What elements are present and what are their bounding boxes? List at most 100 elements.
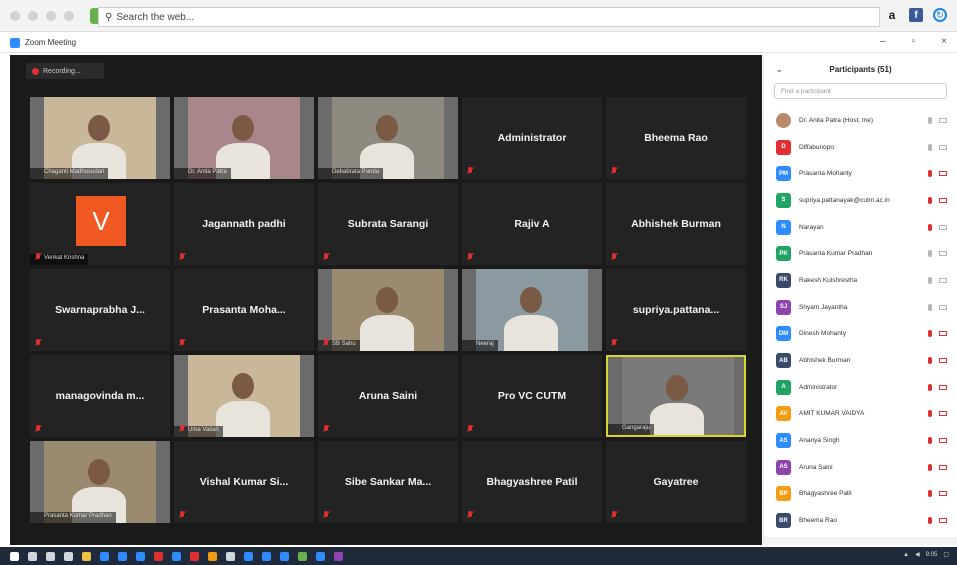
- participant-tile[interactable]: Prasanta Moha...: [174, 269, 314, 351]
- participant-row[interactable]: BR Bheema Rao: [764, 507, 957, 534]
- participant-name: Dinesh Mohanty: [799, 330, 846, 338]
- participant-row[interactable]: AS Ananya Singh: [764, 427, 957, 454]
- participant-tile[interactable]: V Venkat Krishna: [30, 183, 170, 265]
- participant-tile[interactable]: Neeraj: [462, 269, 602, 351]
- mic-muted-icon: [928, 410, 932, 418]
- taskbar-icons: [0, 551, 343, 561]
- window-controls: – ▫ ×: [880, 36, 947, 47]
- participant-tile[interactable]: Chaganti Madhusudan: [30, 97, 170, 179]
- gallery-view: Recording... Chaganti Madhusudan Dr. Anit…: [10, 55, 762, 545]
- participant-tile[interactable]: Debabrata Panda: [318, 97, 458, 179]
- chrome-icon[interactable]: [190, 551, 199, 561]
- store-icon[interactable]: [118, 551, 127, 561]
- refresh-icon[interactable]: [46, 10, 56, 21]
- avatar: BP: [776, 486, 791, 502]
- facebook-icon[interactable]: f: [909, 8, 923, 22]
- search-icon[interactable]: [28, 551, 37, 561]
- skype-icon[interactable]: [316, 551, 325, 561]
- participant-tile[interactable]: Rajiv A: [462, 183, 602, 265]
- participant-row[interactable]: AB Abhishek Burman: [764, 347, 957, 374]
- camera-icon[interactable]: [298, 551, 307, 561]
- tile-name-label: Chaganti Madhusudan: [30, 168, 109, 179]
- participant-row[interactable]: Dr. Anita Patra (Host, me): [764, 107, 957, 134]
- taskbar-clock[interactable]: 9:05: [926, 552, 938, 558]
- forward-icon[interactable]: [28, 10, 38, 21]
- participant-tile[interactable]: Subrata Sarangi: [318, 183, 458, 265]
- participant-tile[interactable]: Gangaraju: [606, 355, 746, 437]
- participant-tile[interactable]: Sibe Sankar Ma...: [318, 441, 458, 523]
- browser-search-input[interactable]: ⚲ Search the web...: [98, 7, 880, 27]
- start-icon[interactable]: [10, 551, 19, 561]
- participant-tile[interactable]: Dr. Anita Patra: [174, 97, 314, 179]
- participant-tile[interactable]: Vishal Kumar Si...: [174, 441, 314, 523]
- minimize-icon[interactable]: –: [880, 36, 886, 47]
- participant-list: Dr. Anita Patra (Host, me) D Dlffabunopo PM…: [764, 107, 957, 534]
- participant-row[interactable]: BP Bhagyashree Patil: [764, 481, 957, 508]
- word-icon[interactable]: [262, 551, 271, 561]
- system-tray: ▲ ◀ 9:05 ▢: [903, 551, 949, 559]
- task-view-icon[interactable]: [64, 551, 73, 561]
- tile-participant-name: managovinda m...: [55, 390, 145, 402]
- participant-row[interactable]: DM Dinesh Mohanty: [764, 321, 957, 348]
- participant-tile[interactable]: Uma Vallan: [174, 355, 314, 437]
- mail-icon[interactable]: [136, 551, 145, 561]
- participant-tile[interactable]: SB Sahu: [318, 269, 458, 351]
- participant-row[interactable]: Ssupriya.pattanayak@cutm.ac.in: [764, 187, 957, 214]
- participant-row[interactable]: PK Prasanta Kumar Pradhan: [764, 240, 957, 267]
- media-icon[interactable]: [172, 551, 181, 561]
- participant-search-input[interactable]: Find a participant: [774, 83, 947, 99]
- teams-icon[interactable]: [334, 551, 343, 561]
- firefox-icon[interactable]: [208, 551, 217, 561]
- participant-tile[interactable]: Pro VC CUTM: [462, 355, 602, 437]
- participant-row[interactable]: RK Rakesh Kulshrestha: [764, 267, 957, 294]
- person-head-shape: [232, 115, 254, 141]
- participant-tile[interactable]: Administrator: [462, 97, 602, 179]
- notification-icon[interactable]: ▢: [943, 551, 949, 558]
- participant-tile[interactable]: Jagannath padhi: [174, 183, 314, 265]
- participant-tile[interactable]: Swarnaprabha J...: [30, 269, 170, 351]
- home-icon[interactable]: [64, 10, 74, 21]
- participant-tile[interactable]: Abhishek Burman: [606, 183, 746, 265]
- file-explorer-icon[interactable]: [82, 551, 91, 561]
- participant-tile[interactable]: Bhagyashree Patil: [462, 441, 602, 523]
- extension-a-icon[interactable]: a: [885, 8, 899, 22]
- avatar: AB: [776, 353, 791, 369]
- participant-tile[interactable]: supriya.pattana...: [606, 269, 746, 351]
- edge-icon[interactable]: [100, 551, 109, 561]
- back-icon[interactable]: [10, 10, 20, 21]
- record-icon: [32, 67, 39, 75]
- participant-row[interactable]: D Dlffabunopo: [764, 134, 957, 161]
- participant-tile[interactable]: Gayatree: [606, 441, 746, 523]
- participant-row[interactable]: AV AMIT KUMAR VAIDYA: [764, 401, 957, 428]
- tile-name-label: Debabrata Panda: [318, 168, 384, 179]
- participant-row[interactable]: AS Aruna Saini: [764, 454, 957, 481]
- person-body-shape: [216, 401, 270, 437]
- maximize-icon[interactable]: ▫: [912, 36, 916, 47]
- participant-tile[interactable]: Bheema Rao: [606, 97, 746, 179]
- zoom-app-icon[interactable]: [280, 551, 289, 561]
- close-icon[interactable]: ×: [941, 36, 947, 47]
- photos-icon[interactable]: [244, 551, 253, 561]
- participant-row[interactable]: N Narayan: [764, 214, 957, 241]
- network-icon[interactable]: ▲: [903, 552, 909, 558]
- recording-indicator[interactable]: Recording...: [26, 63, 104, 79]
- cortana-icon[interactable]: [46, 551, 55, 561]
- participant-name: Shyam Jayantha: [799, 303, 848, 311]
- mic-muted-icon: [928, 357, 932, 365]
- participant-tile[interactable]: Aruna Saini: [318, 355, 458, 437]
- person-body-shape: [650, 403, 704, 435]
- participant-tile[interactable]: Prasanta Kumar Pradhan: [30, 441, 170, 523]
- mic-muted-icon: [928, 437, 932, 445]
- chevron-down-icon[interactable]: ⌄: [776, 65, 783, 74]
- participant-tile[interactable]: managovinda m...: [30, 355, 170, 437]
- volume-icon[interactable]: ◀: [915, 551, 920, 558]
- sync-icon[interactable]: ↻: [933, 8, 947, 22]
- settings-icon[interactable]: [226, 551, 235, 561]
- participant-row[interactable]: SJ Shyam Jayantha: [764, 294, 957, 321]
- participant-row[interactable]: A Administrator: [764, 374, 957, 401]
- office-icon[interactable]: [154, 551, 163, 561]
- participant-row[interactable]: PM Prasanta Mohanty: [764, 160, 957, 187]
- participant-name: Ananya Singh: [799, 437, 840, 445]
- tile-participant-name: Abhishek Burman: [631, 218, 721, 230]
- participants-panel: ⌄ Participants (51) Find a participant D…: [763, 55, 957, 545]
